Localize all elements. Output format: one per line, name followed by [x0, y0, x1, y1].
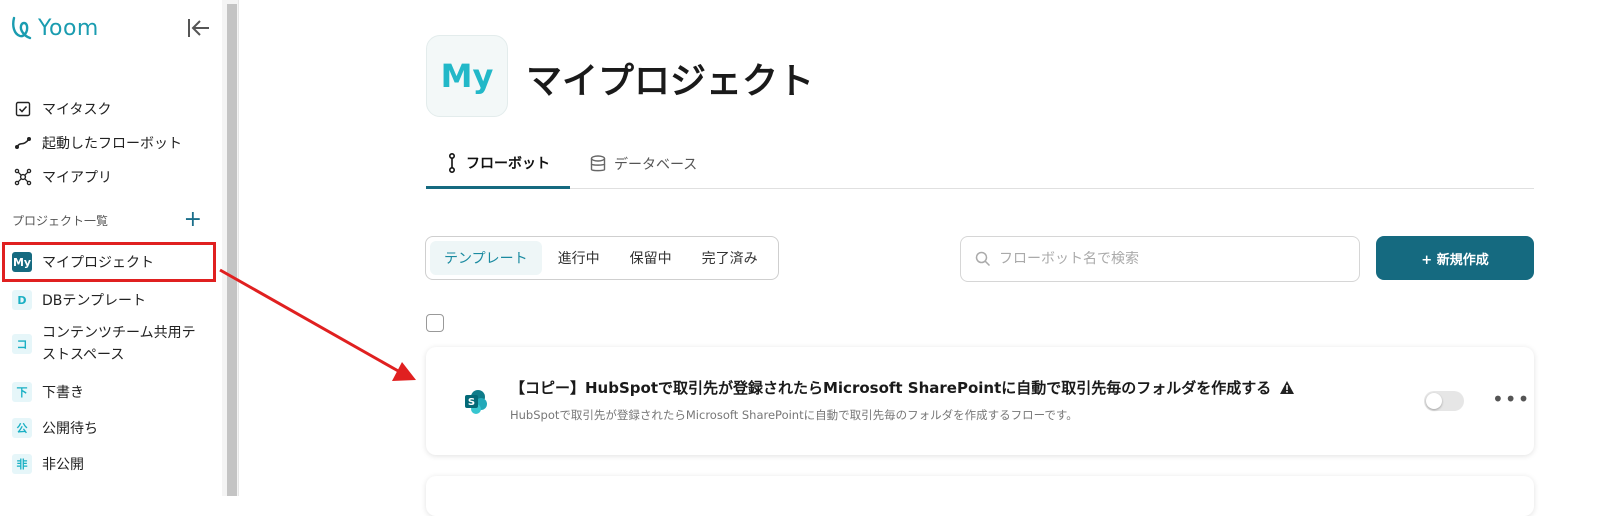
project-badge: 公 — [12, 418, 32, 438]
select-all-checkbox[interactable] — [426, 314, 444, 332]
sidebar-item-started-flows[interactable]: 起動したフローボット — [14, 126, 182, 160]
project-badge: コ — [12, 334, 32, 354]
project-item-private[interactable]: 非 非公開 — [0, 446, 222, 482]
flow-card[interactable]: S 【コピー】HubSpotで取引先が登録されたらMicrosoft Share… — [426, 347, 1534, 455]
filter-in-progress[interactable]: 進行中 — [544, 241, 614, 275]
project-item-drafts[interactable]: 下 下書き — [0, 374, 222, 410]
project-list: My マイプロジェクト D DBテンプレート コ コンテンツチーム共用テストスペ… — [0, 242, 222, 482]
project-tabs: フローボット データベース — [426, 140, 1534, 189]
status-filter-group: テンプレート 進行中 保留中 完了済み — [425, 236, 779, 280]
project-label: DBテンプレート — [42, 293, 146, 309]
sidebar: Yoom マイタスク 起動したフローボット マイアプリ プロジェクト一覧 + M… — [0, 0, 222, 496]
logo-text: Yoom — [38, 15, 99, 41]
svg-text:S: S — [468, 397, 475, 408]
flow-title-text: 【コピー】HubSpotで取引先が登録されたらMicrosoft SharePo… — [510, 379, 1272, 397]
project-item-db-template[interactable]: D DBテンプレート — [0, 282, 222, 318]
sidebar-item-my-tasks[interactable]: マイタスク — [14, 92, 182, 126]
network-icon — [14, 168, 32, 186]
project-label: 下書き — [42, 385, 84, 401]
project-item-content-team[interactable]: コ コンテンツチーム共用テストスペース — [0, 318, 222, 374]
project-label: マイプロジェクト — [42, 255, 154, 271]
add-project-button[interactable]: + — [184, 209, 202, 231]
more-options-button[interactable]: ••• — [1492, 387, 1530, 411]
flow-icon — [449, 153, 455, 173]
project-label: 公開待ち — [42, 421, 98, 437]
sidebar-scrollbar-thumb[interactable] — [227, 4, 237, 496]
project-badge: My — [12, 252, 32, 272]
filter-on-hold[interactable]: 保留中 — [616, 241, 686, 275]
tab-label: フローボット — [466, 156, 550, 172]
project-label: コンテンツチーム共用テストスペース — [42, 325, 196, 363]
flow-description: HubSpotで取引先が登録されたらMicrosoft SharePointに自… — [510, 408, 1078, 422]
warning-icon — [1280, 381, 1295, 394]
sidebar-item-my-apps[interactable]: マイアプリ — [14, 160, 182, 194]
filter-completed[interactable]: 完了済み — [688, 241, 772, 275]
project-label: 非公開 — [42, 457, 84, 473]
toggle-knob — [1426, 393, 1442, 409]
project-item-my-project[interactable]: My マイプロジェクト — [2, 242, 216, 282]
tab-flowbot[interactable]: フローボット — [426, 140, 570, 189]
project-item-pending-publish[interactable]: 公 公開待ち — [0, 410, 222, 446]
filter-template[interactable]: テンプレート — [430, 241, 542, 275]
main-divider — [238, 0, 239, 496]
tab-database[interactable]: データベース — [570, 140, 717, 188]
new-flow-button[interactable]: + 新規作成 — [1376, 236, 1534, 280]
project-badge: 下 — [12, 382, 32, 402]
collapse-sidebar-button[interactable] — [186, 16, 212, 40]
tab-label: データベース — [614, 157, 698, 173]
sharepoint-icon: S — [465, 390, 487, 414]
sidebar-nav: マイタスク 起動したフローボット マイアプリ — [14, 92, 182, 194]
search-input[interactable] — [999, 251, 1339, 267]
search-box — [960, 236, 1360, 282]
flow-enable-toggle[interactable] — [1424, 391, 1464, 411]
database-icon — [590, 155, 606, 172]
project-badge: D — [12, 290, 32, 310]
search-icon — [975, 251, 991, 267]
flow-title[interactable]: 【コピー】HubSpotで取引先が登録されたらMicrosoft SharePo… — [510, 377, 1295, 398]
yoom-logo[interactable]: Yoom — [10, 14, 99, 42]
checkbox-icon — [14, 100, 32, 118]
projects-header: プロジェクト一覧 + — [12, 209, 202, 231]
sidebar-item-label: マイアプリ — [42, 170, 112, 186]
yoom-logo-icon — [12, 16, 32, 40]
sidebar-item-label: 起動したフローボット — [42, 136, 182, 152]
sidebar-item-label: マイタスク — [42, 102, 112, 118]
projects-header-label: プロジェクト一覧 — [12, 213, 109, 228]
collapse-left-icon — [188, 19, 209, 37]
project-hero-icon: My — [426, 35, 508, 117]
page-title: マイプロジェクト — [526, 61, 815, 102]
flow-card[interactable] — [426, 476, 1534, 516]
route-icon — [14, 134, 32, 152]
project-badge: 非 — [12, 454, 32, 474]
